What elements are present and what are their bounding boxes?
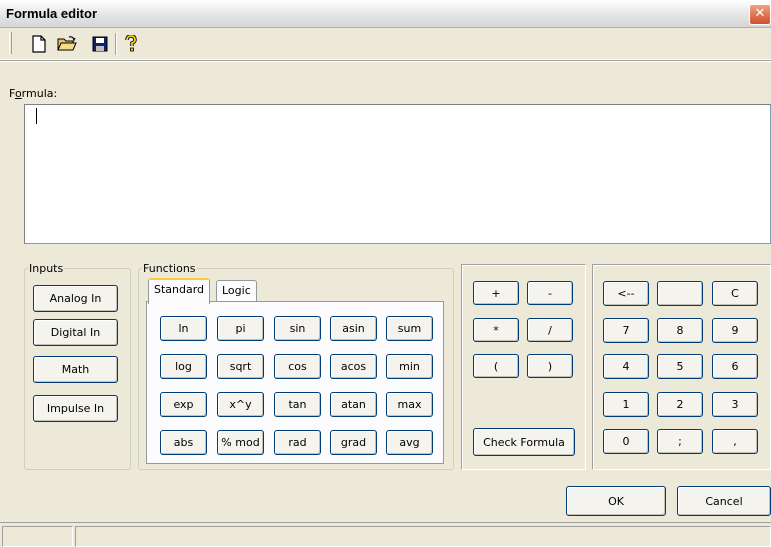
key-3-button[interactable]: 3 (712, 392, 758, 417)
close-button[interactable]: ✕ (749, 4, 771, 25)
title-bar: Formula editor ✕ (0, 0, 771, 28)
fn-grad-button[interactable]: grad (330, 430, 377, 455)
ok-button[interactable]: OK (566, 486, 666, 516)
help-button[interactable] (120, 33, 142, 54)
inputs-legend: Inputs (29, 262, 64, 275)
op-close-paren-button[interactable]: ) (527, 354, 573, 378)
toolbar-bottom-divider (0, 60, 771, 62)
key-8-button[interactable]: 8 (657, 318, 703, 343)
fn-avg-button[interactable]: avg (386, 430, 433, 455)
help-question-icon (125, 34, 137, 51)
close-icon: ✕ (754, 6, 766, 21)
open-folder-icon (57, 35, 77, 50)
save-button[interactable] (89, 33, 111, 54)
key-6-button[interactable]: 6 (712, 354, 758, 379)
fn-sum-button[interactable]: sum (386, 316, 433, 341)
key-1-button[interactable]: 1 (603, 392, 649, 417)
analog-in-button[interactable]: Analog In (33, 285, 118, 312)
fn-acos-button[interactable]: acos (330, 354, 377, 379)
status-bar (0, 522, 771, 547)
toolbar-separator (115, 33, 117, 55)
fn-asin-button[interactable]: asin (330, 316, 377, 341)
fn-ln-button[interactable]: ln (160, 316, 207, 341)
fn-pi-button[interactable]: pi (217, 316, 264, 341)
formula-label: Formula: (9, 87, 58, 100)
fn-rad-button[interactable]: rad (274, 430, 321, 455)
toolbar-grip[interactable] (9, 32, 12, 54)
op-minus-button[interactable]: - (527, 281, 573, 305)
key-0-button[interactable]: 0 (603, 429, 649, 454)
check-formula-button[interactable]: Check Formula (473, 428, 575, 456)
impulse-in-button[interactable]: Impulse In (33, 395, 118, 422)
op-plus-button[interactable]: + (473, 281, 519, 305)
new-file-icon (32, 34, 46, 53)
formula-input[interactable] (24, 104, 771, 244)
tab-logic[interactable]: Logic (216, 280, 257, 302)
formula-editor-window: Formula editor ✕ Formula: Inputs Analog … (0, 0, 771, 547)
key-semicolon-button[interactable]: ; (657, 429, 703, 454)
op-open-paren-button[interactable]: ( (473, 354, 519, 378)
fn-atan-button[interactable]: atan (330, 392, 377, 417)
toolbar (0, 28, 771, 60)
key-2-button[interactable]: 2 (657, 392, 703, 417)
functions-legend: Functions (143, 262, 196, 275)
op-divide-button[interactable]: / (527, 318, 573, 342)
key-5-button[interactable]: 5 (657, 354, 703, 379)
new-button[interactable] (28, 33, 50, 54)
fn-min-button[interactable]: min (386, 354, 433, 379)
status-pane-2 (75, 526, 771, 547)
save-disk-icon (92, 36, 108, 51)
fn-log-button[interactable]: log (160, 354, 207, 379)
fn-abs-button[interactable]: abs (160, 430, 207, 455)
tab-standard[interactable]: Standard (148, 278, 211, 304)
fn-max-button[interactable]: max (386, 392, 433, 417)
fn-tan-button[interactable]: tan (274, 392, 321, 417)
key-7-button[interactable]: 7 (603, 318, 649, 343)
status-pane-1 (2, 526, 73, 547)
fn-sqrt-button[interactable]: sqrt (217, 354, 264, 379)
op-multiply-button[interactable]: * (473, 318, 519, 342)
key-9-button[interactable]: 9 (712, 318, 758, 343)
open-button[interactable] (56, 33, 78, 54)
key-c-button[interactable]: C (712, 281, 758, 306)
math-button[interactable]: Math (33, 356, 118, 383)
cancel-button[interactable]: Cancel (677, 486, 771, 516)
key-4-button[interactable]: 4 (603, 354, 649, 379)
key-backspace-button[interactable]: <-- (603, 281, 649, 306)
key-comma-button[interactable]: , (712, 429, 758, 454)
fn-x-y-button[interactable]: x^y (217, 392, 264, 417)
fn-sin-button[interactable]: sin (274, 316, 321, 341)
text-caret (36, 108, 37, 124)
key-blank-button[interactable] (657, 281, 703, 306)
window-title: Formula editor (6, 6, 98, 21)
fn-cos-button[interactable]: cos (274, 354, 321, 379)
digital-in-button[interactable]: Digital In (33, 319, 118, 346)
fn-exp-button[interactable]: exp (160, 392, 207, 417)
fn-mod-button[interactable]: % mod (217, 430, 264, 455)
